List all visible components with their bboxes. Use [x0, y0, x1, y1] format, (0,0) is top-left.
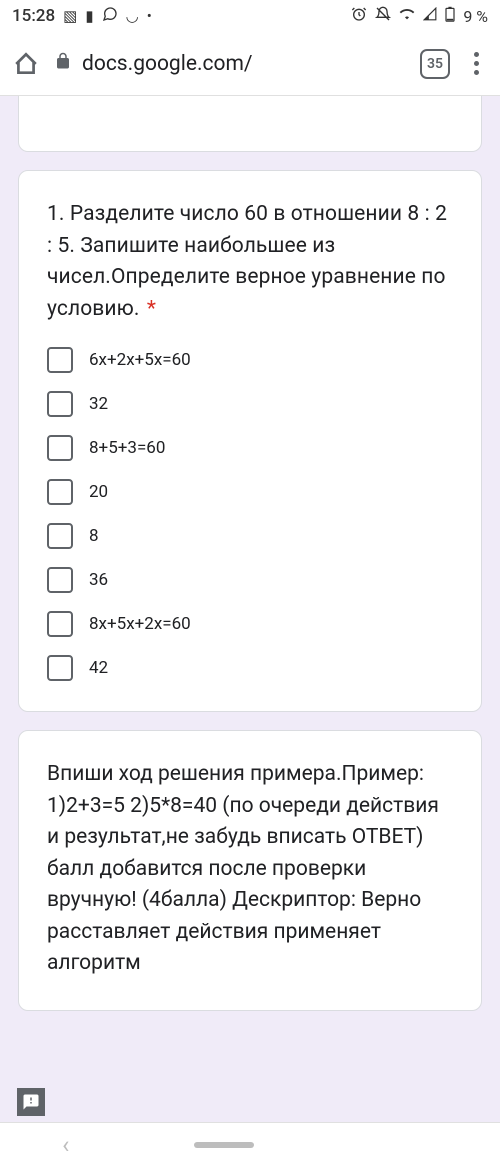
- option-label: 8x+5x+2x=60: [89, 614, 191, 634]
- dot-icon: •: [147, 7, 152, 25]
- notification-icon: ◡: [126, 7, 139, 25]
- alarm-icon: [351, 6, 367, 26]
- url-text: docs.google.com/: [82, 52, 253, 76]
- option-7[interactable]: 42: [47, 655, 453, 681]
- feedback-button[interactable]: [17, 1088, 45, 1116]
- status-bar: 15:28 ▧ ▮ ◡ • 9 %: [0, 0, 500, 32]
- battery-percent: 9 %: [463, 7, 488, 26]
- status-right: 9 %: [351, 6, 488, 26]
- option-label: 8+5+3=60: [89, 438, 165, 458]
- mute-icon: [375, 6, 391, 26]
- checkbox-icon[interactable]: [47, 523, 73, 549]
- content-area: 1. Разделите число 60 в отношении 8 : 2 …: [0, 96, 500, 1011]
- battery-saver-icon: ▮: [85, 7, 93, 25]
- option-4[interactable]: 8: [47, 523, 453, 549]
- option-label: 42: [89, 658, 108, 678]
- lock-icon: [54, 52, 72, 75]
- checkbox-icon[interactable]: [47, 567, 73, 593]
- option-label: 36: [89, 570, 108, 590]
- question-title: 1. Разделите число 60 в отношении 8 : 2 …: [47, 199, 453, 325]
- description-text: Впиши ход решения примера.Пример: 1)2+3=…: [47, 759, 453, 980]
- option-label: 20: [89, 482, 108, 502]
- battery-icon: [445, 6, 455, 26]
- options-list: 6x+2x+5x=60 32 8+5+3=60 20 8 36: [47, 347, 453, 681]
- description-card: Впиши ход решения примера.Пример: 1)2+3=…: [18, 730, 482, 1011]
- browser-bar: docs.google.com/ 35: [0, 32, 500, 96]
- option-3[interactable]: 20: [47, 479, 453, 505]
- required-asterisk: *: [147, 297, 156, 321]
- signal-icon: [423, 7, 437, 25]
- status-time: 15:28: [12, 6, 55, 26]
- picture-icon: ▧: [63, 7, 77, 25]
- option-label: 32: [89, 394, 108, 414]
- checkbox-icon[interactable]: [47, 611, 73, 637]
- whatsapp-icon: [102, 6, 118, 26]
- option-5[interactable]: 36: [47, 567, 453, 593]
- url-bar[interactable]: docs.google.com/: [54, 52, 406, 76]
- home-button[interactable]: [12, 50, 40, 78]
- status-left: 15:28 ▧ ▮ ◡ •: [12, 6, 152, 26]
- option-2[interactable]: 8+5+3=60: [47, 435, 453, 461]
- option-label: 6x+2x+5x=60: [89, 350, 191, 370]
- checkbox-icon[interactable]: [47, 435, 73, 461]
- nav-home-handle[interactable]: [194, 1142, 254, 1148]
- tab-count-text: 35: [427, 56, 443, 72]
- question-card: 1. Разделите число 60 в отношении 8 : 2 …: [18, 170, 482, 712]
- question-text: 1. Разделите число 60 в отношении 8 : 2 …: [47, 202, 447, 321]
- option-6[interactable]: 8x+5x+2x=60: [47, 611, 453, 637]
- nav-bar: ‹: [0, 1122, 500, 1166]
- option-label: 8: [89, 526, 99, 546]
- tab-switcher[interactable]: 35: [420, 49, 450, 79]
- checkbox-icon[interactable]: [47, 655, 73, 681]
- wifi-icon: [399, 6, 415, 26]
- option-0[interactable]: 6x+2x+5x=60: [47, 347, 453, 373]
- nav-back-button[interactable]: ‹: [62, 1131, 69, 1159]
- checkbox-icon[interactable]: [47, 479, 73, 505]
- checkbox-icon[interactable]: [47, 347, 73, 373]
- menu-button[interactable]: [464, 52, 488, 75]
- previous-card-partial: [18, 96, 482, 152]
- checkbox-icon[interactable]: [47, 391, 73, 417]
- option-1[interactable]: 32: [47, 391, 453, 417]
